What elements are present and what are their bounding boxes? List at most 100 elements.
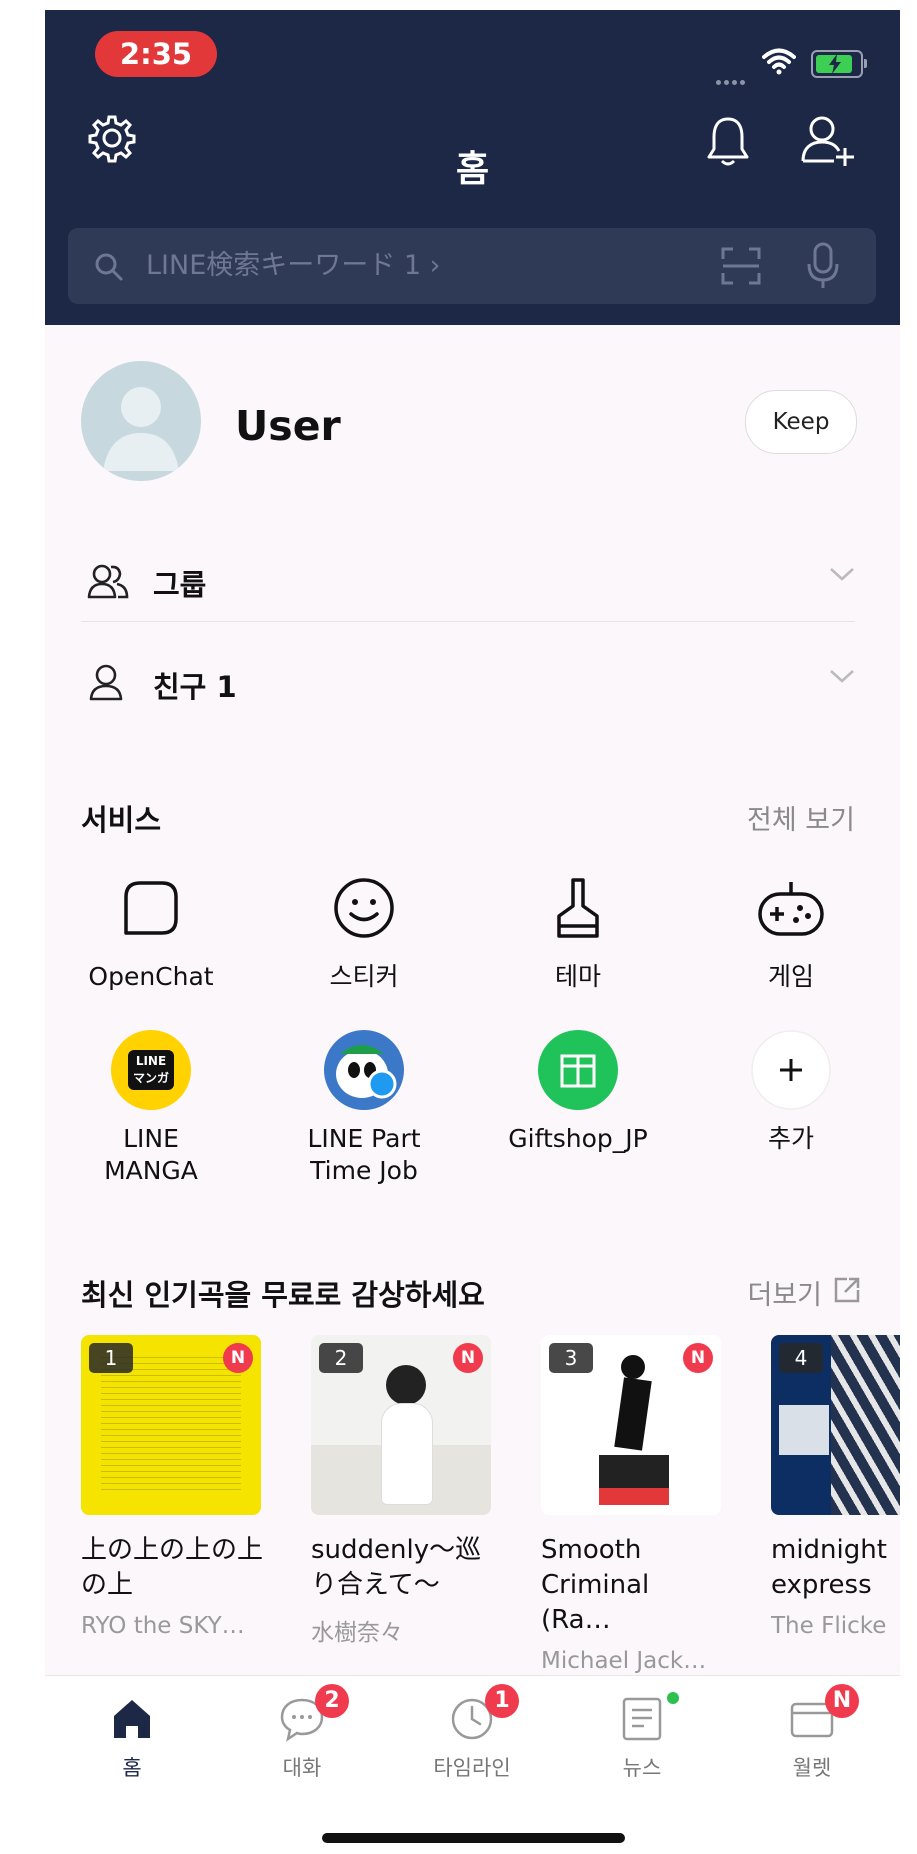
new-badge: N bbox=[825, 1684, 859, 1718]
service-add[interactable]: 추가 bbox=[701, 1025, 881, 1155]
album-cover: 2 N bbox=[311, 1335, 491, 1515]
see-all-link[interactable]: 전체 보기 bbox=[747, 798, 855, 837]
service-game[interactable]: 게임 bbox=[701, 863, 881, 993]
profile-name[interactable]: User bbox=[235, 402, 341, 450]
song-title: suddenly～巡 り合えて～ bbox=[311, 1535, 482, 1600]
default-avatar-icon bbox=[103, 387, 179, 471]
song-card[interactable]: 3 N Smooth Criminal (Ra… Michael Jack… bbox=[541, 1335, 721, 1674]
tab-home[interactable]: 홈 bbox=[47, 1696, 217, 1782]
service-label: 게임 bbox=[767, 962, 814, 991]
app-screen: 2:35 홈 LINE検索キーワード 1 › User Keep 그룹 친구 1… bbox=[45, 10, 900, 1854]
divider bbox=[81, 621, 855, 622]
search-placeholder: LINE検索キーワード 1 › bbox=[146, 250, 441, 281]
service-openchat[interactable]: OpenChat bbox=[61, 863, 241, 993]
tab-news[interactable]: 뉴스 bbox=[557, 1692, 727, 1782]
external-link-icon[interactable] bbox=[833, 1276, 861, 1304]
add-friend-icon[interactable] bbox=[800, 115, 856, 167]
music-section-title: 최신 인기곡을 무료로 감상하세요 bbox=[81, 1278, 485, 1312]
unread-badge: 2 bbox=[315, 1684, 349, 1718]
chevron-down-icon bbox=[830, 568, 854, 581]
tab-timeline[interactable]: 1 타임라인 bbox=[387, 1684, 557, 1782]
groups-label: 그룹 bbox=[153, 568, 207, 602]
song-artist: The Flicke bbox=[771, 1613, 887, 1639]
new-badge: N bbox=[683, 1343, 713, 1373]
notification-bell-icon[interactable] bbox=[705, 115, 751, 167]
tab-label: 대화 bbox=[282, 1756, 322, 1780]
bottom-tab-bar: 홈 2 대화 1 타임라인 뉴스 N 월렛 bbox=[45, 1675, 900, 1854]
friends-row[interactable]: 친구 1 bbox=[81, 648, 855, 718]
new-badge: N bbox=[453, 1343, 483, 1373]
service-label: LINE Part Time Job bbox=[307, 1124, 421, 1185]
music-more-link[interactable]: 더보기 bbox=[747, 1273, 822, 1312]
group-icon bbox=[87, 564, 129, 599]
giftshop-icon bbox=[538, 1030, 618, 1110]
search-bar[interactable]: LINE検索キーワード 1 › bbox=[68, 228, 876, 304]
song-artist: 水樹奈々 bbox=[311, 1620, 403, 1646]
song-card[interactable]: 1 N 上の上の上の上 の上 RYO the SKY… bbox=[81, 1335, 263, 1639]
service-theme[interactable]: 테마 bbox=[488, 863, 668, 993]
service-label: Giftshop_JP bbox=[508, 1124, 648, 1153]
wifi-icon bbox=[762, 48, 796, 75]
new-badge: N bbox=[223, 1343, 253, 1373]
search-icon bbox=[95, 253, 123, 281]
services-title: 서비스 bbox=[81, 803, 162, 837]
rank-badge: 3 bbox=[549, 1343, 593, 1373]
song-title: Smooth Criminal (Ra… bbox=[541, 1535, 650, 1635]
tab-label: 뉴스 bbox=[622, 1756, 662, 1780]
tab-label: 타임라인 bbox=[433, 1756, 511, 1780]
song-title: midnight express bbox=[771, 1535, 887, 1600]
game-controller-icon bbox=[758, 882, 824, 936]
microphone-icon[interactable] bbox=[805, 242, 841, 290]
status-time: 2:35 bbox=[95, 31, 217, 77]
tab-label: 월렛 bbox=[792, 1756, 832, 1780]
groups-row[interactable]: 그룹 bbox=[81, 546, 855, 616]
music-carousel[interactable]: 1 N 上の上の上の上 の上 RYO the SKY… 2 N suddenly… bbox=[45, 1335, 900, 1680]
home-indicator bbox=[322, 1833, 625, 1843]
home-icon bbox=[114, 1700, 150, 1738]
service-sticker[interactable]: 스티커 bbox=[274, 863, 454, 993]
song-title: 上の上の上の上 の上 bbox=[81, 1535, 264, 1600]
service-label: 스티커 bbox=[329, 962, 399, 991]
album-cover: 1 N bbox=[81, 1335, 261, 1515]
theme-brush-icon bbox=[557, 878, 599, 938]
rank-badge: 1 bbox=[89, 1343, 133, 1373]
service-label: 추가 bbox=[767, 1124, 814, 1153]
line-part-time-job-icon bbox=[324, 1030, 404, 1110]
friend-icon bbox=[89, 664, 123, 701]
service-giftshop[interactable]: Giftshop_JP bbox=[488, 1025, 668, 1155]
cellular-signal-icon bbox=[716, 70, 748, 89]
friends-label: 친구 1 bbox=[153, 670, 237, 704]
rank-badge: 2 bbox=[319, 1343, 363, 1373]
song-card[interactable]: 2 N suddenly～巡 り合えて～ 水樹奈々 bbox=[311, 1335, 491, 1647]
openchat-icon bbox=[124, 881, 178, 935]
song-artist: Michael Jack… bbox=[541, 1648, 707, 1674]
unread-badge: 1 bbox=[485, 1684, 519, 1718]
service-label: 테마 bbox=[554, 962, 601, 991]
tab-chats[interactable]: 2 대화 bbox=[217, 1684, 387, 1782]
qr-scan-icon[interactable] bbox=[721, 247, 761, 285]
avatar[interactable] bbox=[81, 361, 201, 481]
tab-wallet[interactable]: N 월렛 bbox=[727, 1684, 897, 1782]
settings-gear-icon[interactable] bbox=[87, 113, 137, 163]
service-label: OpenChat bbox=[88, 962, 214, 991]
page-title: 홈 bbox=[455, 149, 490, 190]
header: 2:35 홈 LINE検索キーワード 1 › bbox=[45, 10, 900, 325]
news-icon bbox=[622, 1697, 662, 1741]
battery-icon bbox=[811, 50, 867, 78]
rank-badge: 4 bbox=[779, 1343, 823, 1373]
song-artist: RYO the SKY… bbox=[81, 1613, 245, 1639]
sticker-icon bbox=[334, 878, 394, 938]
add-icon bbox=[751, 1030, 831, 1110]
service-line-part-time-job[interactable]: LINE Part Time Job bbox=[274, 1025, 454, 1187]
album-cover: 3 N bbox=[541, 1335, 721, 1515]
service-label: LINE MANGA bbox=[104, 1124, 198, 1185]
manga-logo-text: LINE マンガ bbox=[128, 1050, 174, 1090]
line-manga-icon: LINE マンガ bbox=[111, 1030, 191, 1110]
chevron-down-icon bbox=[830, 670, 854, 683]
new-indicator-dot bbox=[667, 1692, 679, 1704]
song-card[interactable]: 4 midnight express The Flicke bbox=[771, 1335, 900, 1639]
album-cover: 4 bbox=[771, 1335, 900, 1515]
service-line-manga[interactable]: LINE マンガ LINE MANGA bbox=[61, 1025, 241, 1187]
keep-button[interactable]: Keep bbox=[745, 390, 857, 454]
tab-label: 홈 bbox=[122, 1756, 142, 1780]
